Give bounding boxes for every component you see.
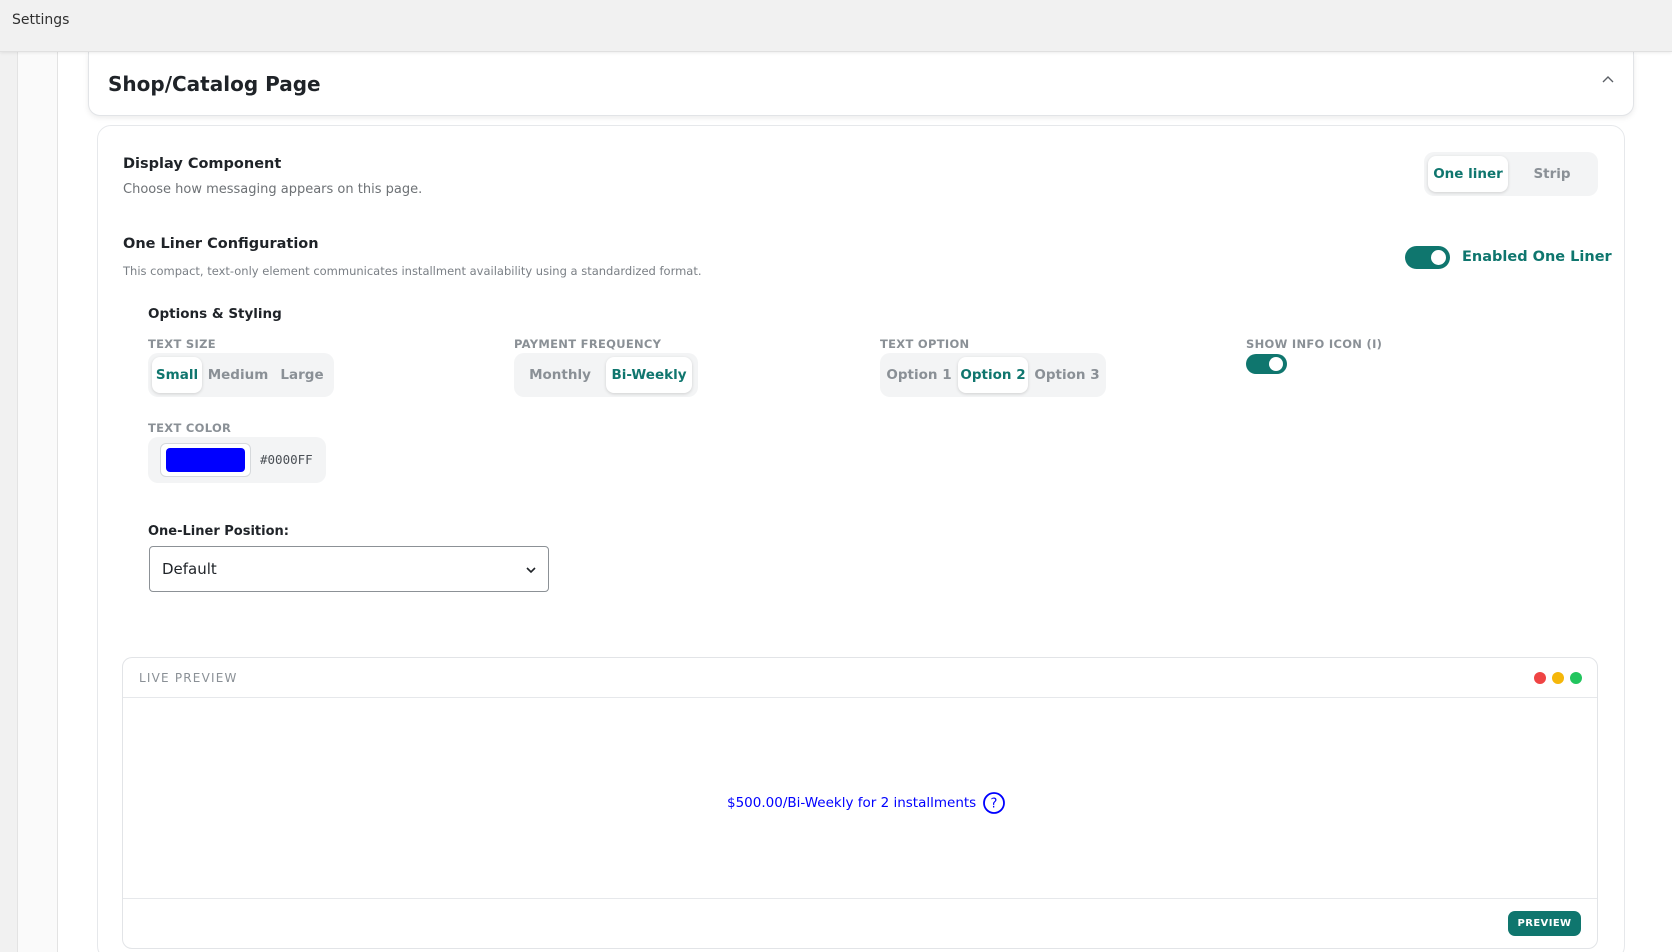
position-label: One-Liner Position:: [148, 524, 289, 539]
chevron-down-icon: [526, 567, 536, 574]
window-dot-red: [1534, 672, 1546, 684]
section-title: Shop/Catalog Page: [108, 72, 321, 96]
text-size-medium[interactable]: Medium: [206, 357, 270, 393]
text-size-small[interactable]: Small: [152, 357, 202, 393]
chevron-up-icon[interactable]: [1599, 71, 1617, 89]
left-rail: [17, 52, 58, 952]
text-color-picker: #0000FF: [148, 437, 326, 483]
text-option-3[interactable]: Option 3: [1032, 357, 1102, 393]
position-select[interactable]: Default: [149, 546, 549, 592]
section-header[interactable]: Shop/Catalog Page: [88, 52, 1634, 116]
window-dot-green: [1570, 672, 1582, 684]
text-option-2[interactable]: Option 2: [958, 357, 1028, 393]
option-one-liner[interactable]: One liner: [1428, 156, 1508, 192]
payment-frequency-label: PAYMENT FREQUENCY: [514, 337, 662, 351]
text-size-large[interactable]: Large: [274, 357, 330, 393]
text-color-label: TEXT COLOR: [148, 421, 232, 435]
show-info-icon-toggle[interactable]: [1246, 354, 1287, 374]
preview-button[interactable]: PREVIEW: [1508, 911, 1581, 936]
window-dot-yellow: [1552, 672, 1564, 684]
toggle-knob: [1269, 357, 1283, 371]
option-strip[interactable]: Strip: [1512, 156, 1592, 192]
frequency-monthly[interactable]: Monthly: [518, 357, 602, 393]
one-liner-config-description: This compact, text-only element communic…: [123, 264, 702, 278]
toggle-knob: [1431, 250, 1446, 265]
text-option-label: TEXT OPTION: [880, 337, 970, 351]
payment-frequency-selector: Monthly Bi-Weekly: [514, 353, 698, 397]
color-swatch-button[interactable]: [160, 443, 251, 477]
frequency-bi-weekly[interactable]: Bi-Weekly: [606, 357, 692, 393]
color-swatch: [166, 448, 245, 472]
top-bar: Settings: [0, 0, 1672, 52]
live-preview-title: LIVE PREVIEW: [139, 671, 238, 685]
svg-text:?: ?: [991, 797, 998, 812]
question-circle-icon[interactable]: ?: [982, 791, 1006, 815]
page-title: Settings: [12, 12, 70, 28]
position-select-value: Default: [162, 560, 217, 578]
text-size-selector: Small Medium Large: [148, 353, 334, 397]
color-hex-value: #0000FF: [260, 452, 313, 467]
preview-message: $500.00/Bi-Weekly for 2 installments: [727, 795, 977, 811]
enabled-one-liner-toggle[interactable]: [1405, 246, 1450, 269]
text-size-label: TEXT SIZE: [148, 337, 216, 351]
text-option-1[interactable]: Option 1: [884, 357, 954, 393]
preview-one-liner: $500.00/Bi-Weekly for 2 installments ?: [727, 791, 1006, 815]
live-preview-footer-divider: [123, 898, 1597, 899]
enabled-one-liner-label: Enabled One Liner: [1462, 249, 1612, 265]
live-preview-header: LIVE PREVIEW: [123, 658, 1597, 698]
options-styling-title: Options & Styling: [148, 306, 282, 322]
live-preview-panel: LIVE PREVIEW $500.00/Bi-Weekly for 2 ins…: [122, 657, 1598, 949]
display-component-title: Display Component: [123, 156, 282, 172]
text-option-selector: Option 1 Option 2 Option 3: [880, 353, 1106, 397]
one-liner-config-title: One Liner Configuration: [123, 236, 319, 252]
display-component-description: Choose how messaging appears on this pag…: [123, 182, 423, 197]
display-component-selector: One liner Strip: [1424, 152, 1598, 196]
show-info-icon-label: SHOW INFO ICON (I): [1246, 337, 1383, 351]
